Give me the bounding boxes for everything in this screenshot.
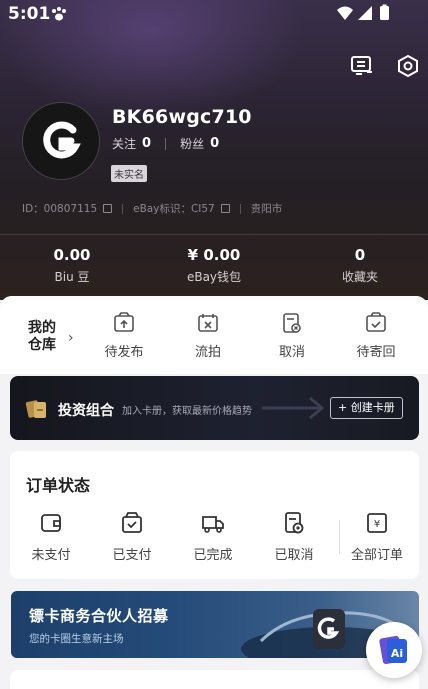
location: 贵阳市: [250, 203, 283, 215]
partner-recruit-banner[interactable]: 镖卡商务合伙人招募 您的卡圈生意新主场: [11, 591, 419, 658]
upload-box-icon: [114, 312, 134, 332]
all-orders-icon: ¥: [367, 513, 387, 533]
stat-label: Biu 豆: [54, 270, 90, 284]
warehouse-title[interactable]: 我的仓库: [28, 320, 58, 354]
stat-value: 0: [354, 246, 366, 264]
ai-assistant-icon: Ai: [379, 635, 407, 665]
signal-icon: [358, 6, 372, 20]
svg-text:Ai: Ai: [391, 647, 403, 660]
partner-banner-title: 镖卡商务合伙人招募: [29, 607, 169, 625]
failed-auction-icon: [198, 314, 218, 332]
warehouse-item-pending-publish[interactable]: 待发布: [94, 312, 154, 360]
arrow-decoration-icon: [262, 396, 325, 420]
status-time: 5:01: [8, 4, 51, 24]
warehouse-item-cancel[interactable]: 取消: [262, 312, 322, 360]
order-item-label: 已支付: [112, 548, 152, 563]
verify-status-badge[interactable]: 未实名: [111, 165, 147, 182]
portfolio-title: 投资组合: [58, 403, 114, 419]
warehouse-item-failed-auction[interactable]: 流拍: [178, 312, 238, 360]
cancelled-doc-icon: [285, 512, 304, 534]
order-item-unpaid[interactable]: 未支付: [16, 511, 86, 563]
scan-screen-button[interactable]: [348, 52, 376, 80]
stat-favorites[interactable]: 0 收藏夹: [290, 246, 428, 285]
delivery-truck-icon: [202, 516, 224, 533]
screen-list-icon: [351, 56, 372, 75]
portfolio-banner[interactable]: 投资组合 加入卡册，获取最新价格趋势 + 创建卡册: [10, 376, 419, 440]
paid-bag-icon: [122, 512, 142, 533]
username: BK66wgc710: [112, 106, 252, 128]
account-id-row: ID：00807115 eBay标识：CI57 贵阳市: [22, 201, 282, 216]
copy-ebay-icon[interactable]: [220, 204, 230, 213]
order-item-label: 已取消: [274, 548, 314, 563]
status-bar: 5:01: [0, 0, 428, 28]
paw-notification-icon: [52, 7, 66, 21]
warehouse-item-label: 流拍: [194, 345, 221, 360]
stat-label: 收藏夹: [341, 270, 378, 284]
order-item-label: 未支付: [31, 548, 71, 563]
wallet-stats: 0.00 Biu 豆 ¥ 0.00 eBay钱包 0 收藏夹: [0, 246, 428, 286]
return-box-icon: [366, 312, 386, 332]
svg-text:¥: ¥: [374, 519, 380, 530]
followers-label[interactable]: 粉丝: [180, 135, 204, 152]
order-item-cancelled[interactable]: 已取消: [259, 511, 329, 563]
avatar[interactable]: [22, 102, 100, 180]
brand-g-logo-icon: [43, 121, 81, 159]
following-label[interactable]: 关注: [112, 135, 136, 152]
follow-stats: 关注 0 粉丝 0: [112, 135, 219, 152]
bottom-card: [10, 670, 419, 689]
warehouse-item-label: 待发布: [104, 345, 144, 360]
header-divider: [0, 234, 428, 235]
portfolio-subtitle: 加入卡册，获取最新价格趋势: [122, 406, 252, 417]
orders-divider: [339, 520, 340, 554]
settings-hexagon-icon: [398, 54, 418, 78]
stat-label: eBay钱包: [186, 270, 242, 284]
stat-ebay-wallet[interactable]: ¥ 0.00 eBay钱包: [144, 246, 284, 285]
stat-value: ¥ 0.00: [187, 246, 241, 264]
partner-banner-subtitle: 您的卡圈生意新主场: [29, 633, 124, 645]
copy-id-icon[interactable]: [103, 204, 113, 213]
create-album-button[interactable]: + 创建卡册: [330, 397, 403, 419]
id-divider: [122, 203, 124, 214]
warehouse-item-label: 待寄回: [356, 345, 396, 360]
ai-assistant-button[interactable]: Ai: [366, 622, 422, 678]
stat-value: 0.00: [53, 246, 91, 264]
follow-divider: [165, 137, 167, 150]
chevron-right-icon[interactable]: ›: [68, 330, 74, 346]
wifi-icon: [337, 6, 353, 20]
location-divider: [239, 203, 241, 214]
following-count[interactable]: 0: [142, 136, 151, 151]
followers-count[interactable]: 0: [210, 136, 219, 151]
order-status-title: 订单状态: [26, 476, 91, 495]
order-item-label: 已完成: [193, 548, 233, 563]
warehouse-item-pending-return[interactable]: 待寄回: [346, 312, 406, 360]
warehouse-item-label: 取消: [278, 345, 305, 360]
order-item-completed[interactable]: 已完成: [178, 511, 248, 563]
ebay-id: eBay标识：CI57: [133, 203, 215, 215]
system-status-icons: [337, 4, 389, 20]
stat-biu-beans[interactable]: 0.00 Biu 豆: [2, 246, 142, 285]
cancel-doc-icon: [283, 313, 301, 333]
user-id: ID：00807115: [22, 203, 98, 215]
gold-cards-icon: [25, 400, 46, 418]
battery-icon: [380, 6, 389, 20]
order-item-paid[interactable]: 已支付: [97, 511, 167, 563]
order-item-all[interactable]: ¥ 全部订单: [342, 511, 412, 563]
wallet-icon: [41, 514, 61, 532]
settings-button[interactable]: [394, 52, 422, 80]
order-item-label: 全部订单: [350, 548, 403, 563]
